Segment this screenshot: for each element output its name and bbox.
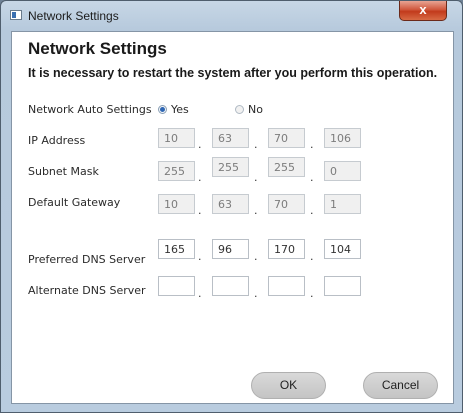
preferred-dns-sep-1: . [198, 250, 202, 263]
subnet-mask-sep-3: . [310, 171, 314, 184]
preferred-dns-sep-2: . [254, 250, 258, 263]
radio-yes[interactable]: Yes [158, 103, 189, 116]
restart-notice: It is necessary to restart the system af… [28, 66, 438, 80]
ip-address-sep-3: . [310, 138, 314, 151]
preferred-dns-sep-3: . [310, 250, 314, 263]
dialog-heading: Network Settings [28, 39, 167, 58]
preferred-dns-octet-3[interactable]: 170 [268, 239, 305, 259]
cancel-button[interactable]: Cancel [363, 372, 438, 399]
default-gateway-sep-3: . [310, 204, 314, 217]
subnet-mask-octet-4[interactable]: 0 [324, 161, 361, 181]
alternate-dns-octet-1[interactable] [158, 276, 195, 296]
network-settings-window: Network Settings x Network Settings It i… [0, 0, 463, 413]
preferred-dns-octet-4[interactable]: 104 [324, 239, 361, 259]
ip-address-label: IP Address [28, 134, 86, 147]
alternate-dns-sep-3: . [310, 287, 314, 300]
ip-address-sep-2: . [254, 138, 258, 151]
window-app-icon [10, 10, 22, 20]
close-button[interactable]: x [399, 1, 447, 21]
subnet-mask-octet-3[interactable]: 255 [268, 157, 305, 177]
default-gateway-label: Default Gateway [28, 196, 121, 209]
preferred-dns-octet-1[interactable]: 165 [158, 239, 195, 259]
alternate-dns-sep-1: . [198, 287, 202, 300]
ip-address-sep-1: . [198, 138, 202, 151]
alternate-dns-sep-2: . [254, 287, 258, 300]
default-gateway-octet-1[interactable]: 10 [158, 194, 195, 214]
radio-no-indicator[interactable] [235, 105, 244, 114]
ip-address-octet-4[interactable]: 106 [324, 128, 361, 148]
radio-yes-indicator[interactable] [158, 105, 167, 114]
dialog-body: Network Settings It is necessary to rest… [11, 31, 454, 404]
subnet-mask-sep-1: . [198, 171, 202, 184]
alternate-dns-octet-2[interactable] [212, 276, 249, 296]
subnet-mask-label: Subnet Mask [28, 165, 99, 178]
ok-button[interactable]: OK [251, 372, 326, 399]
subnet-mask-octet-2[interactable]: 255 [212, 157, 249, 177]
radio-no[interactable]: No [235, 103, 263, 116]
auto-settings-label: Network Auto Settings [28, 103, 152, 116]
default-gateway-sep-2: . [254, 204, 258, 217]
ip-address-octet-2[interactable]: 63 [212, 128, 249, 148]
preferred-dns-label: Preferred DNS Server [28, 253, 146, 266]
window-title: Network Settings [28, 9, 119, 23]
radio-no-label: No [248, 103, 263, 116]
subnet-mask-sep-2: . [254, 171, 258, 184]
radio-yes-label: Yes [171, 103, 189, 116]
subnet-mask-octet-1[interactable]: 255 [158, 161, 195, 181]
default-gateway-octet-2[interactable]: 63 [212, 194, 249, 214]
default-gateway-octet-4[interactable]: 1 [324, 194, 361, 214]
ip-address-octet-1[interactable]: 10 [158, 128, 195, 148]
preferred-dns-octet-2[interactable]: 96 [212, 239, 249, 259]
default-gateway-sep-1: . [198, 204, 202, 217]
alternate-dns-octet-3[interactable] [268, 276, 305, 296]
alternate-dns-label: Alternate DNS Server [28, 284, 146, 297]
close-icon: x [419, 2, 427, 17]
default-gateway-octet-3[interactable]: 70 [268, 194, 305, 214]
alternate-dns-octet-4[interactable] [324, 276, 361, 296]
title-bar[interactable]: Network Settings x [1, 1, 462, 31]
ip-address-octet-3[interactable]: 70 [268, 128, 305, 148]
